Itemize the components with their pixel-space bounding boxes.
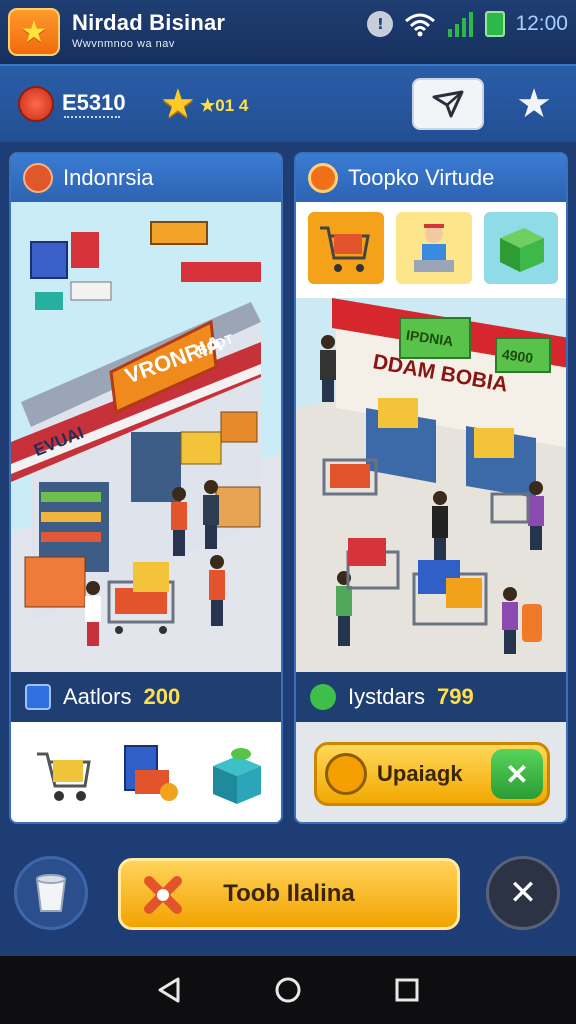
- signal-icon: [448, 12, 474, 37]
- send-icon: [432, 90, 464, 118]
- tools-icon: ✕: [491, 749, 543, 799]
- panel-title: Toopko Virtude: [348, 165, 495, 190]
- cart-icon[interactable]: [318, 220, 374, 276]
- panel-header: Indonrsia: [11, 154, 281, 202]
- upgrade-label: Upaiagk: [377, 761, 463, 786]
- info-icon[interactable]: !: [367, 11, 394, 37]
- footer-label: Iystdars: [348, 684, 426, 709]
- title-bar: ★ Nirdad Bisinar Wwvnmnoo wa nav ! 12:00: [0, 0, 576, 64]
- wrench-icon: [144, 876, 182, 914]
- wifi-icon: [405, 13, 436, 37]
- footer-label: Aatlors: [63, 684, 132, 709]
- star-counter: ★01 4: [200, 96, 249, 115]
- upgrade-tray: Upaiagk ✕: [296, 722, 566, 822]
- star-icon: ★: [160, 81, 196, 127]
- footer-value: 799: [437, 684, 474, 709]
- upgrade-button[interactable]: Upaiagk ✕: [314, 742, 550, 806]
- shopkeeper-icon[interactable]: [406, 220, 462, 276]
- battery-icon: [485, 11, 506, 37]
- action-bar: Toob Ilalina ✕: [0, 834, 576, 954]
- coin-counter: E5310: [62, 90, 126, 115]
- app-title: Nirdad Bisinar: [72, 10, 226, 35]
- panel-footer: Aatlors 200: [11, 672, 281, 722]
- panel-header: Toopko Virtude: [296, 154, 566, 202]
- app-star-icon[interactable]: ★: [8, 8, 60, 56]
- market-scene[interactable]: DDAM BOBIA IPDNIA 4900: [296, 202, 566, 672]
- cup-button[interactable]: [14, 856, 88, 930]
- mascot-icon: [23, 163, 53, 193]
- back-button[interactable]: [152, 973, 186, 1007]
- main-action-label: Toob Ilalina: [223, 880, 355, 907]
- tools-icon: ✕: [508, 873, 538, 913]
- coin-icon: [18, 86, 54, 122]
- coin-underline: [64, 116, 120, 119]
- box-icon[interactable]: [207, 740, 267, 810]
- cart-icon[interactable]: [33, 740, 93, 810]
- gear-badge-icon: [310, 684, 336, 710]
- store-scene[interactable]: VRONRIA EVUAI BODT: [11, 202, 281, 672]
- crate-icon[interactable]: [494, 220, 550, 276]
- favorite-star-button[interactable]: ★: [510, 80, 558, 128]
- clock-coin-icon: [325, 753, 367, 795]
- main-action-button[interactable]: Toob Ilalina: [118, 858, 460, 930]
- coin-badge-icon: [308, 163, 338, 193]
- home-icon: [275, 977, 301, 1003]
- panel-footer: Iystdars 799: [296, 672, 566, 722]
- status-bar: ! 12:00: [367, 8, 568, 40]
- app-subtitle: Wwvnmnoo wa nav: [72, 38, 175, 50]
- footer-value: 200: [143, 684, 181, 709]
- panel-toko-virtual[interactable]: Toopko Virtude DDAM BOBIA IPDNIA 4900 Iy…: [294, 152, 568, 824]
- panel-indonesia[interactable]: Indonrsia VRONRIA EVUAI BODT Aatlors 200: [9, 152, 283, 824]
- shop-stand-icon[interactable]: [119, 740, 179, 810]
- recents-icon: [395, 978, 419, 1002]
- recents-button[interactable]: [390, 973, 424, 1007]
- tools-button[interactable]: ✕: [486, 856, 560, 930]
- actors-icon: [25, 684, 51, 710]
- cup-icon: [35, 874, 67, 912]
- panel-title: Indonrsia: [63, 165, 154, 190]
- back-icon: [158, 977, 180, 1003]
- item-tray: [11, 722, 281, 822]
- system-nav-bar: [0, 956, 576, 1024]
- home-button[interactable]: [271, 973, 305, 1007]
- clock: 12:00: [515, 12, 568, 35]
- resource-bar: E5310 ★ ★01 4 ★: [0, 64, 576, 142]
- share-button[interactable]: [412, 78, 484, 130]
